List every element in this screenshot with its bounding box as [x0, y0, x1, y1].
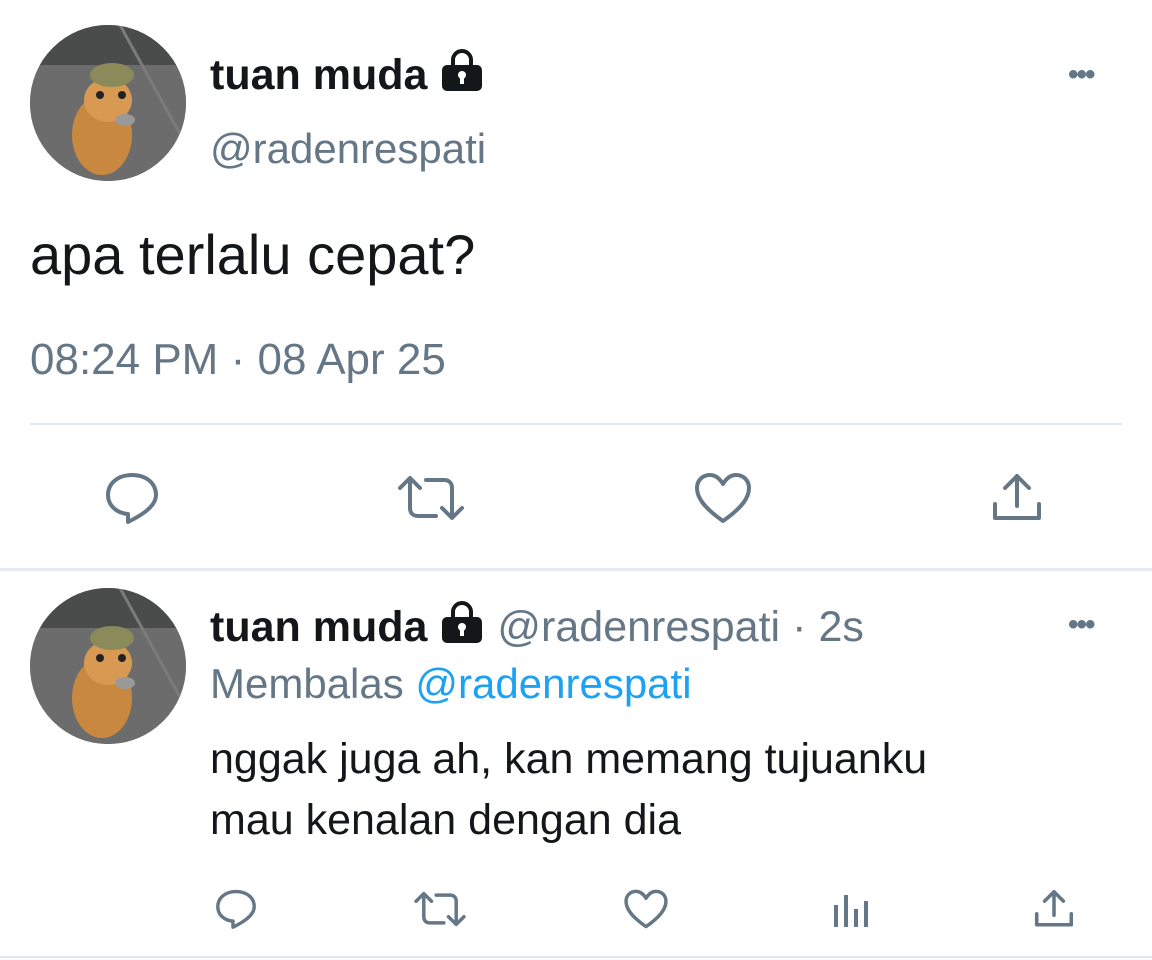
avatar[interactable] [30, 25, 186, 181]
reply-icon [216, 889, 256, 929]
like-button[interactable] [690, 468, 756, 528]
bottom-divider [0, 956, 1152, 958]
retweet-button[interactable] [412, 885, 468, 933]
reply-text-line-2: mau kenalan dengan dia [210, 796, 681, 844]
lock-icon [439, 48, 485, 103]
hamster-avatar-image [30, 588, 186, 744]
main-tweet-text: apa terlalu cepat? [30, 223, 476, 286]
timestamp-separator: · [230, 335, 246, 384]
main-tweet-timestamp: 08:24 PM · 08 Apr 25 [30, 335, 446, 385]
reply-avatar[interactable] [30, 588, 186, 744]
lock-icon [439, 600, 485, 655]
section-divider [0, 568, 1152, 571]
tweet-date: 08 Apr 25 [257, 335, 446, 384]
reply-icon [106, 473, 158, 524]
share-icon [993, 474, 1041, 520]
main-tweet-author-name[interactable]: tuan muda [210, 48, 485, 103]
like-button[interactable] [620, 885, 672, 933]
retweet-icon [414, 891, 466, 927]
analytics-icon [834, 895, 868, 927]
reply-button[interactable] [212, 885, 260, 933]
reply-button[interactable] [100, 468, 164, 528]
like-icon [624, 889, 668, 929]
reply-dot: · [792, 603, 807, 651]
retweet-button[interactable] [395, 468, 467, 528]
share-icon [1034, 889, 1074, 927]
replying-to-link[interactable]: @radenrespati [415, 660, 691, 707]
reply-display-name[interactable]: tuan muda [210, 603, 427, 652]
display-name[interactable]: tuan muda [210, 51, 427, 100]
main-tweet-handle[interactable]: @radenrespati [210, 125, 486, 173]
reply-text-line-1: nggak juga ah, kan memang tujuanku [210, 735, 928, 783]
reply-age: 2s [818, 603, 864, 651]
analytics-button[interactable] [826, 885, 874, 933]
hamster-avatar-image [30, 25, 186, 181]
reply-handle[interactable]: @radenrespati [497, 603, 780, 652]
like-icon [695, 473, 751, 523]
share-button[interactable] [1030, 885, 1078, 933]
divider [30, 423, 1122, 425]
more-options-icon[interactable]: ••• [1068, 60, 1095, 90]
tweet-time: 08:24 PM [30, 335, 219, 384]
replying-to: Membalas @radenrespati [210, 660, 692, 708]
share-button[interactable] [985, 468, 1049, 528]
replying-label: Membalas [210, 660, 404, 707]
reply-header: tuan muda @radenrespati · 2s [210, 600, 864, 655]
retweet-icon [398, 476, 464, 520]
more-options-icon[interactable]: ••• [1068, 610, 1095, 640]
